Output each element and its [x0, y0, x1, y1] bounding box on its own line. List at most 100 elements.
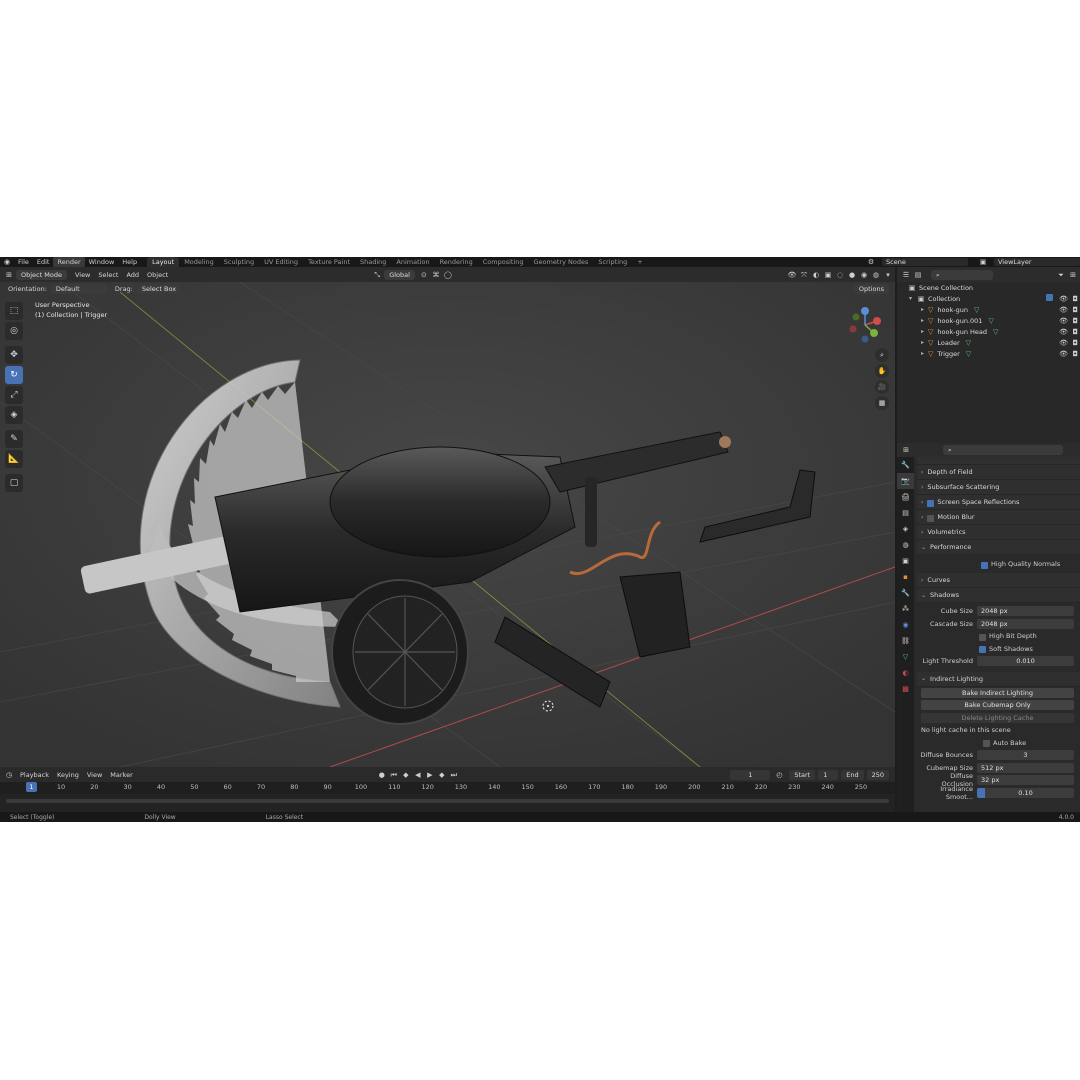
- section-performance[interactable]: ⌄ Performance: [917, 540, 1080, 555]
- section-curves[interactable]: › Curves: [917, 573, 1080, 588]
- collection-row[interactable]: ▾ ▣ Collection 👁 ◘: [897, 293, 1080, 304]
- scale-tool-icon[interactable]: ⤢: [5, 386, 23, 404]
- editor-type-icon[interactable]: ⊞: [4, 270, 14, 280]
- visibility-icon[interactable]: 👁: [787, 270, 797, 280]
- menu-render[interactable]: Render: [53, 257, 85, 267]
- outliner-editor-type-icon[interactable]: ☰: [901, 270, 911, 280]
- material-tab-icon[interactable]: ◐: [897, 665, 914, 681]
- expand-icon[interactable]: ▸: [921, 339, 924, 346]
- collection-tab-icon[interactable]: ▣: [897, 553, 914, 569]
- shading-options-icon[interactable]: ▾: [883, 270, 893, 280]
- blender-logo-icon[interactable]: ◉: [2, 257, 12, 267]
- menu-marker[interactable]: Marker: [106, 770, 136, 780]
- view-layer-field[interactable]: ViewLayer: [994, 258, 1080, 266]
- tab-animation[interactable]: Animation: [391, 257, 434, 267]
- mode-select[interactable]: Object Mode: [16, 269, 67, 280]
- eye-icon[interactable]: 👁: [1059, 339, 1068, 347]
- pivot-icon[interactable]: ⊙: [419, 270, 429, 280]
- expand-icon[interactable]: ▸: [921, 328, 924, 335]
- render-icon[interactable]: ◘: [1072, 339, 1078, 347]
- scene-collection-row[interactable]: ▣ Scene Collection: [897, 282, 1080, 293]
- constraints-tab-icon[interactable]: ⛓: [897, 633, 914, 649]
- properties-search-field[interactable]: ⌕: [943, 445, 1063, 455]
- output-tab-icon[interactable]: 🖨: [897, 489, 914, 505]
- outliner-item-trigger[interactable]: ▸ ▽ Trigger ▽ 👁 ◘: [897, 348, 1080, 359]
- add-workspace-icon[interactable]: +: [632, 257, 647, 267]
- high-quality-normals-row[interactable]: High Quality Normals: [917, 555, 1080, 573]
- tab-geometry-nodes[interactable]: Geometry Nodes: [529, 257, 594, 267]
- snap-icon[interactable]: ⌘: [431, 270, 441, 280]
- menu-keying[interactable]: Keying: [53, 770, 83, 780]
- data-tab-icon[interactable]: ▽: [897, 649, 914, 665]
- physics-tab-icon[interactable]: ◉: [897, 617, 914, 633]
- menu-help[interactable]: Help: [118, 257, 141, 267]
- section-indirect-lighting[interactable]: ⌄ Indirect Lighting: [917, 671, 1080, 687]
- current-frame-field[interactable]: 1: [730, 769, 771, 780]
- play-icon[interactable]: ▶: [425, 770, 435, 780]
- cubemap-size-select[interactable]: 512 px: [977, 762, 1074, 773]
- diffuse-occlusion-select[interactable]: 32 px: [977, 775, 1074, 786]
- add-cube-tool-icon[interactable]: ▢: [5, 474, 23, 492]
- transform-orientation-select[interactable]: Global: [384, 269, 415, 280]
- expand-icon[interactable]: ▸: [921, 350, 924, 357]
- transform-tool-icon[interactable]: ◈: [5, 406, 23, 424]
- expand-icon[interactable]: ▾: [909, 295, 912, 302]
- orientation-select[interactable]: Default: [50, 284, 107, 294]
- texture-tab-icon[interactable]: ▩: [897, 681, 914, 697]
- timeline-track[interactable]: [0, 794, 895, 812]
- pan-hand-icon[interactable]: ✋: [875, 364, 889, 378]
- display-mode-icon[interactable]: ▤: [913, 270, 923, 280]
- light-threshold-field[interactable]: 0.010: [977, 656, 1074, 667]
- gizmo-icon[interactable]: ⤧: [799, 270, 809, 280]
- scene-field[interactable]: Scene: [882, 258, 968, 266]
- eye-icon[interactable]: 👁: [1059, 328, 1068, 336]
- menu-edit[interactable]: Edit: [33, 257, 54, 267]
- jump-start-icon[interactable]: ⏮: [389, 770, 399, 780]
- current-frame-marker[interactable]: 1: [26, 782, 37, 792]
- cube-size-select[interactable]: 2048 px: [977, 606, 1074, 617]
- bake-indirect-button[interactable]: Bake Indirect Lighting: [921, 687, 1074, 698]
- annotate-tool-icon[interactable]: ✎: [5, 430, 23, 448]
- shading-wireframe-icon[interactable]: ◌: [835, 270, 845, 280]
- menu-window[interactable]: Window: [85, 257, 119, 267]
- section-volumetrics[interactable]: › Volumetrics: [917, 525, 1080, 540]
- tab-texture-paint[interactable]: Texture Paint: [303, 257, 355, 267]
- rotate-tool-icon[interactable]: ↻: [5, 366, 23, 384]
- bloom-section-partial[interactable]: [917, 457, 1080, 465]
- record-icon[interactable]: ●: [377, 770, 387, 780]
- timeline-ruler[interactable]: 1 10 20 30 40 50 60 70 80 90 100 110 120 130 140 150 160…: [0, 782, 895, 794]
- view-layer-tab-icon[interactable]: ▤: [897, 505, 914, 521]
- eye-icon[interactable]: 👁: [1059, 295, 1068, 303]
- irradiance-field[interactable]: 0.10: [977, 787, 1074, 798]
- tab-layout[interactable]: Layout: [147, 257, 180, 267]
- tab-sculpting[interactable]: Sculpting: [219, 257, 259, 267]
- clock-icon[interactable]: ◴: [774, 770, 784, 780]
- eye-icon[interactable]: 👁: [1059, 350, 1068, 358]
- world-tab-icon[interactable]: ◍: [897, 537, 914, 553]
- eye-icon[interactable]: 👁: [1059, 317, 1068, 325]
- camera-view-icon[interactable]: 🎥: [875, 380, 889, 394]
- ortho-grid-icon[interactable]: ▦: [875, 396, 889, 410]
- particles-tab-icon[interactable]: ⁂: [897, 601, 914, 617]
- render-icon[interactable]: ◘: [1072, 317, 1078, 325]
- scene-tab-icon[interactable]: ◈: [897, 521, 914, 537]
- menu-file[interactable]: File: [14, 257, 33, 267]
- new-collection-icon[interactable]: ⊞: [1068, 270, 1078, 280]
- menu-object[interactable]: Object: [143, 270, 172, 280]
- zoom-icon[interactable]: ⌕: [875, 348, 889, 362]
- high-bit-depth-row[interactable]: High Bit Depth: [917, 630, 1080, 643]
- menu-timeline-view[interactable]: View: [83, 770, 106, 780]
- shading-rendered-icon[interactable]: ◍: [871, 270, 881, 280]
- tool-tab-icon[interactable]: 🔧: [897, 457, 914, 473]
- timeline-editor-type-icon[interactable]: ◷: [4, 770, 14, 780]
- timeline-scrollbar[interactable]: [6, 799, 889, 803]
- section-shadows[interactable]: ⌄ Shadows: [917, 588, 1080, 603]
- ssr-checkbox[interactable]: [927, 499, 935, 507]
- 3d-viewport[interactable]: User Perspective (1) Collection | Trigge…: [0, 282, 895, 767]
- delete-cache-button[interactable]: Delete Lighting Cache: [921, 712, 1074, 723]
- modifier-tab-icon[interactable]: 🔧: [897, 585, 914, 601]
- measure-tool-icon[interactable]: 📐: [5, 450, 23, 468]
- menu-playback[interactable]: Playback: [16, 770, 53, 780]
- outliner-item-hook-gun-head[interactable]: ▸ ▽ hook-gun Head ▽ 👁 ◘: [897, 326, 1080, 337]
- end-frame-field[interactable]: 250: [866, 769, 889, 780]
